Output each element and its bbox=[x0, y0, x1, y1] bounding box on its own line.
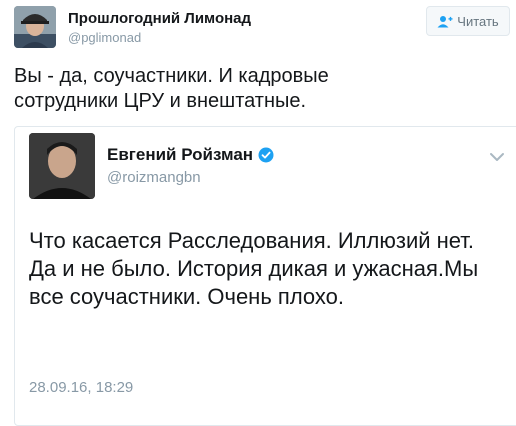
chevron-down-icon[interactable] bbox=[489, 151, 505, 163]
quoted-author-handle[interactable]: @roizmangbn bbox=[107, 169, 201, 186]
author-avatar-image bbox=[14, 6, 56, 48]
author-name[interactable]: Прошлогодний Лимонад bbox=[68, 10, 251, 27]
verified-badge-icon bbox=[258, 147, 274, 163]
add-user-icon bbox=[437, 15, 453, 27]
quoted-tweet-card[interactable]: Евгений Ройзман @roizmangbn Что касается… bbox=[14, 126, 516, 426]
follow-button-label: Читать bbox=[457, 13, 499, 29]
quoted-tweet-timestamp[interactable]: 28.09.16, 18:29 bbox=[29, 379, 133, 396]
quoted-author-name[interactable]: Евгений Ройзман bbox=[107, 145, 274, 165]
tweet-text: Вы - да, соучастники. И кадровые сотрудн… bbox=[14, 65, 329, 112]
quoted-author-avatar[interactable] bbox=[29, 133, 95, 199]
author-handle[interactable]: @pglimonad bbox=[68, 30, 141, 45]
follow-button[interactable]: Читать bbox=[426, 6, 510, 36]
quoted-tweet-text: Что касается Расследования. Иллюзий нет.… bbox=[29, 228, 479, 309]
quoted-author-avatar-image bbox=[29, 133, 95, 199]
quoted-author-name-text: Евгений Ройзман bbox=[107, 145, 254, 164]
author-avatar[interactable] bbox=[14, 6, 56, 48]
